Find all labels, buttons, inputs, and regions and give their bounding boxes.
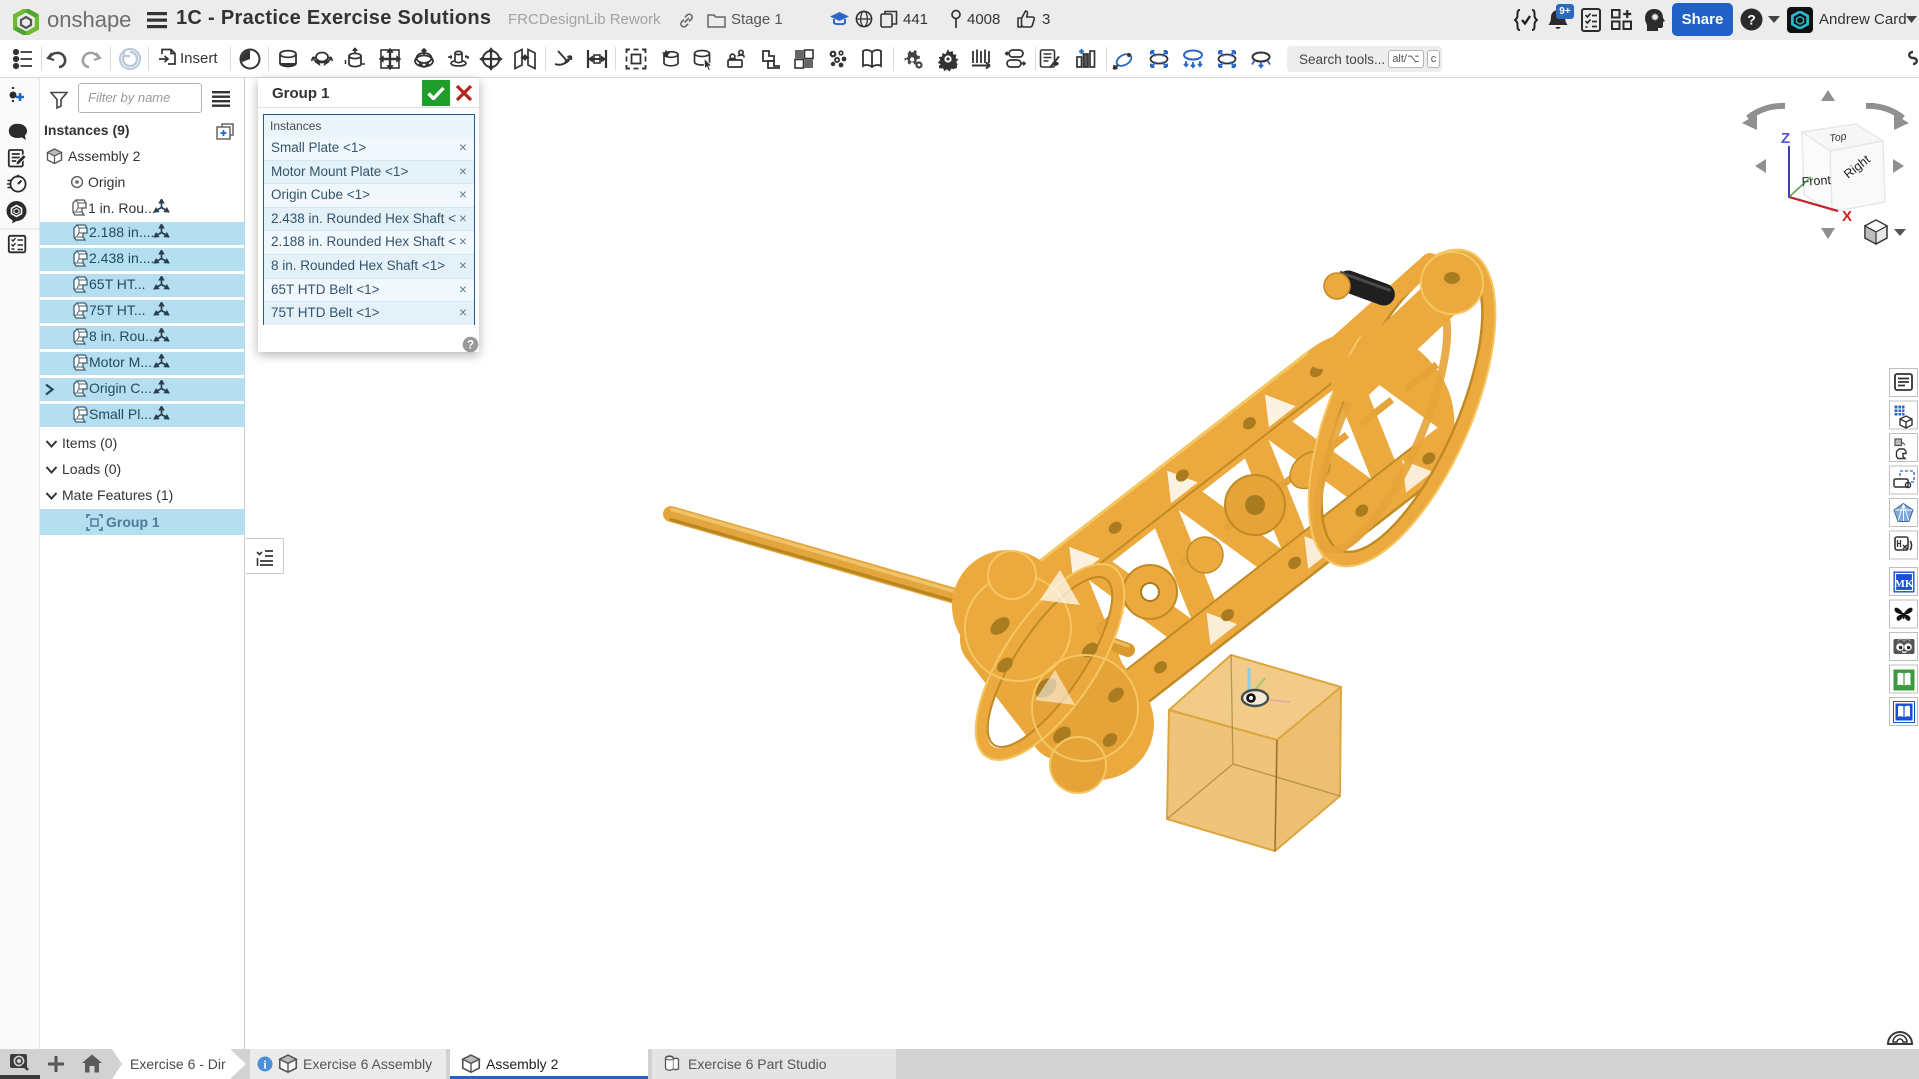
svg-text:?: ? xyxy=(467,340,474,352)
svg-text:MK: MK xyxy=(1895,578,1914,590)
svg-text:X: X xyxy=(1842,208,1852,225)
svg-text:Z: Z xyxy=(1781,130,1790,147)
